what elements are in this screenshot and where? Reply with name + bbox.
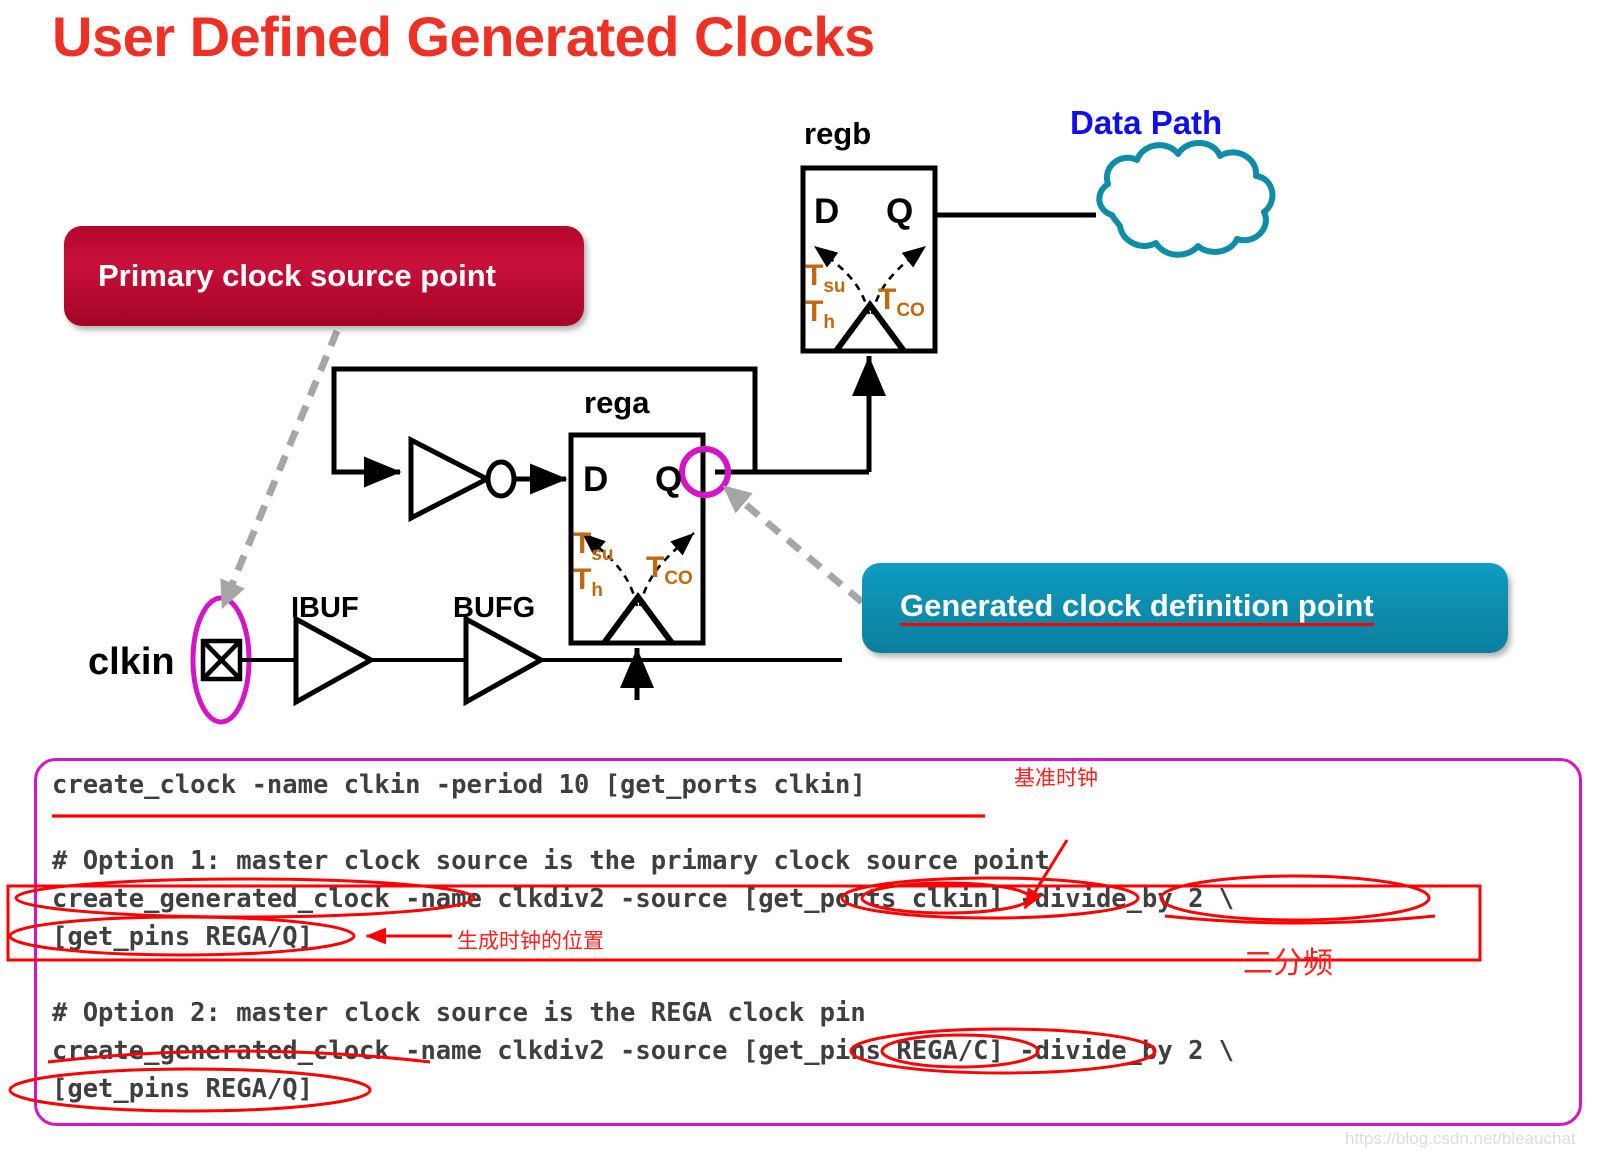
register-rega-label: rega <box>584 385 650 420</box>
callout-generated-clock-definition-point[interactable]: Generated clock definition point <box>862 563 1508 653</box>
data-path-label: Data Path <box>1070 104 1223 141</box>
regb-q-pin-label: Q <box>886 192 914 231</box>
rega-q-pin-label: Q <box>655 460 683 499</box>
rega-th-label: Th <box>573 563 603 601</box>
regb-d-pin-label: D <box>814 192 840 231</box>
rega-d-pin-label: D <box>583 460 609 499</box>
callout-primary-label: Primary clock source point <box>98 258 496 293</box>
watermark: https://blog.csdn.net/bleauchat <box>1345 1129 1576 1148</box>
code-annotations <box>6 814 1482 1113</box>
data-path-cloud <box>1096 140 1276 258</box>
register-regb-label: regb <box>804 116 872 151</box>
annotation-generated-clock-location: 生成时钟的位置 <box>457 929 604 953</box>
annotation-divide-by-two: 二分频 <box>1243 946 1333 981</box>
regb-tco-label: TCO <box>878 283 925 321</box>
ibuf-label: IBUF <box>291 592 359 624</box>
bufg-label: BUFG <box>453 592 536 624</box>
callout-primary-clock-source-point[interactable]: Primary clock source point <box>64 226 584 326</box>
pointer-primary-to-clkin <box>220 329 341 610</box>
regb-tsu-label: Tsu <box>805 259 846 297</box>
callout-generated-label: Generated clock definition point <box>900 589 1374 627</box>
annotation-base-clock: 基准时钟 <box>1014 766 1098 790</box>
pointer-generated-to-q <box>722 485 865 605</box>
rega-tsu-label: Tsu <box>573 527 614 565</box>
clkin-port-label: clkin <box>88 641 175 683</box>
register-regb <box>800 165 1096 472</box>
rega-tco-label: TCO <box>646 551 693 589</box>
regb-th-label: Th <box>805 295 835 333</box>
